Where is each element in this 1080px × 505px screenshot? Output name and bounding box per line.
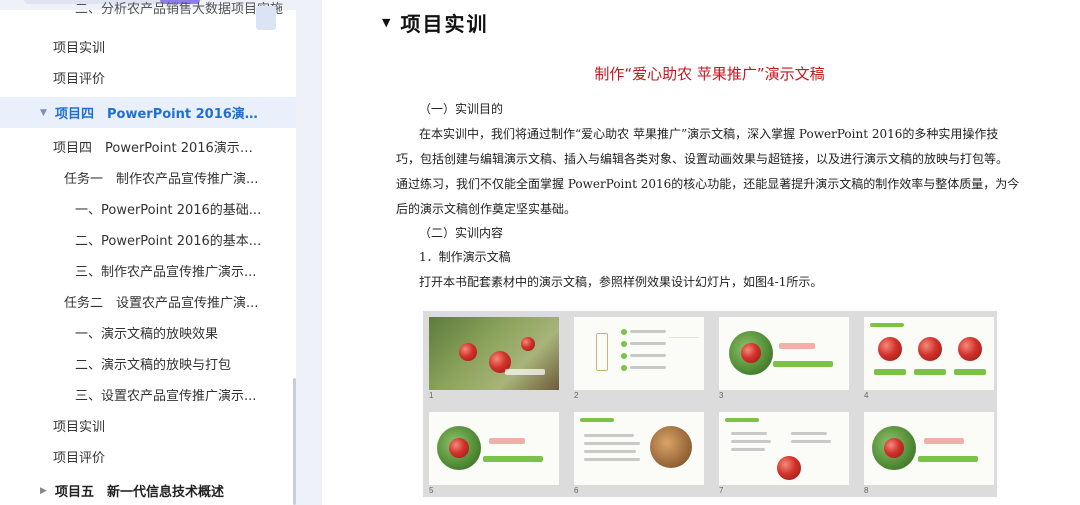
apple-image: [449, 438, 469, 458]
bullet-dot: [621, 329, 627, 335]
slide-number: 3: [719, 391, 724, 400]
slide-header-bar: [725, 418, 759, 422]
slide-number: 4: [864, 391, 869, 400]
slide-number: 7: [719, 486, 724, 495]
caption-bar: [954, 369, 986, 375]
toc-item-project-four-intro[interactable]: 项目四 PowerPoint 2016演示文...: [0, 131, 296, 162]
text-line: [731, 448, 765, 451]
toc-item-slideshow-packaging[interactable]: 二、演示文稿的放映与打包: [0, 348, 296, 379]
toc-chapter-project-four[interactable]: ▼ 项目四 PowerPoint 2016演示文...: [0, 97, 296, 128]
part-subtitle: [773, 361, 833, 367]
bullet-dot: [621, 365, 627, 371]
toc-item-set-presentation[interactable]: 三、设置农产品宣传推广演示...: [0, 379, 296, 410]
toc-chapter-project-five[interactable]: ▶ 项目五 新一代信息技术概述: [0, 475, 296, 505]
part-label: [924, 438, 964, 444]
toc-item-task-two[interactable]: 任务二 设置农产品宣传推广演...: [0, 286, 296, 317]
toc-label-box: [596, 333, 608, 371]
table-of-contents-sidebar: 二、分析农产品销售大数据项目实施 项目实训 项目评价 ▼ 项目四 PowerPo…: [0, 0, 296, 505]
text-line: [584, 458, 640, 461]
text-line: [584, 434, 634, 437]
text-line: [630, 366, 666, 369]
chevron-right-icon[interactable]: ▶: [40, 486, 54, 496]
collapse-triangle-icon[interactable]: ▼: [382, 16, 392, 29]
toc-item-partial[interactable]: 二、分析农产品销售大数据项目实施: [0, 0, 296, 22]
apple-image: [918, 337, 942, 361]
apple-image: [741, 343, 761, 363]
circle-photo: [650, 426, 692, 468]
toc-item-project-training-2[interactable]: 项目实训: [0, 410, 296, 441]
slide-header-bar: [870, 323, 904, 327]
item-options-button[interactable]: [256, 6, 276, 30]
slide-number: 1: [429, 391, 434, 400]
text-line: [584, 450, 636, 453]
slide-thumbnail-1[interactable]: [429, 317, 559, 390]
paragraph-line-3: 通过练习，我们不仅能全面掌握 PowerPoint 2016的核心功能，还能显著…: [396, 177, 1020, 191]
text-line: [731, 432, 767, 435]
sidebar-scrollbar[interactable]: [293, 378, 296, 505]
toc-item-ppt-basic-ops[interactable]: 二、PowerPoint 2016的基本...: [0, 224, 296, 255]
slide-thumbnail-7[interactable]: [719, 412, 849, 485]
slide-thumbnail-3[interactable]: [719, 317, 849, 390]
paragraph-line-1: 在本实训中，我们将通过制作“爱心助农 苹果推广”演示文稿，深入掌握 PowerP…: [419, 127, 999, 141]
text-line: [584, 442, 640, 445]
slide-title-text: [505, 369, 545, 375]
toc-item-ppt-basics[interactable]: 一、PowerPoint 2016的基础...: [0, 193, 296, 224]
apple-image: [521, 337, 535, 351]
part-subtitle: [483, 456, 543, 462]
chevron-down-icon[interactable]: ▼: [40, 108, 54, 118]
text-line: [630, 354, 666, 357]
paragraph-line-2: 巧，包括创建与编辑演示文稿、插入与编辑各类对象、设置动画效果与超链接，以及进行演…: [396, 152, 1009, 166]
toc-item-project-training[interactable]: 项目实训: [0, 31, 296, 62]
toc-item-project-evaluation[interactable]: 项目评价: [0, 62, 296, 93]
slide-header-bar: [580, 418, 614, 422]
apple-image: [958, 337, 982, 361]
part-subtitle: [918, 456, 978, 462]
paragraph-line-4: 后的演示文稿创作奠定坚实基础。: [396, 202, 577, 216]
step-make-presentation: 1．制作演示文稿: [419, 250, 511, 264]
slide-thumbnail-4[interactable]: [864, 317, 994, 390]
subheading-purpose: （一）实训目的: [419, 102, 504, 116]
caption-bar: [914, 369, 946, 375]
apple-image: [777, 456, 801, 480]
slide-thumbnail-8[interactable]: [864, 412, 994, 485]
section-heading[interactable]: ▼ 项目实训: [382, 8, 488, 37]
text-line: [630, 342, 666, 345]
slide-number: 2: [574, 391, 579, 400]
document-page: ▼ 项目实训 制作“爱心助农 苹果推广”演示文稿 （一）实训目的 在本实训中，我…: [322, 0, 1080, 505]
slide-thumbnails-figure: 1 2 3 4 5 6 7 8: [423, 311, 997, 497]
slide-number: 6: [574, 486, 579, 495]
slide-number: 5: [429, 486, 434, 495]
bullet-dot: [621, 353, 627, 359]
text-line: [731, 440, 771, 443]
toc-item-make-presentation[interactable]: 三、制作农产品宣传推广演示...: [0, 255, 296, 286]
slide-thumbnail-2[interactable]: [574, 317, 704, 390]
apple-image: [459, 343, 477, 361]
text-line: [630, 330, 666, 333]
bullet-dot: [621, 341, 627, 347]
toc-item-slideshow-effects[interactable]: 一、演示文稿的放映效果: [0, 317, 296, 348]
training-title: 制作“爱心助农 苹果推广”演示文稿: [594, 65, 825, 83]
apple-image: [884, 438, 904, 458]
slide-thumbnail-5[interactable]: [429, 412, 559, 485]
decoration: [669, 337, 699, 338]
apple-image: [878, 337, 902, 361]
toc-item-task-one[interactable]: 任务一 制作农产品宣传推广演...: [0, 162, 296, 193]
text-line: [791, 432, 827, 435]
caption-bar: [874, 369, 906, 375]
subheading-content: （二）实训内容: [419, 226, 504, 240]
toc-item-project-evaluation-2[interactable]: 项目评价: [0, 441, 296, 472]
slide-thumbnail-6[interactable]: [574, 412, 704, 485]
part-label: [779, 343, 815, 349]
instruction-line: 打开本书配套素材中的演示文稿，参照样例效果设计幻灯片，如图4-1所示。: [419, 275, 823, 289]
text-line: [791, 440, 831, 443]
slide-number: 8: [864, 486, 869, 495]
part-label: [489, 438, 525, 444]
